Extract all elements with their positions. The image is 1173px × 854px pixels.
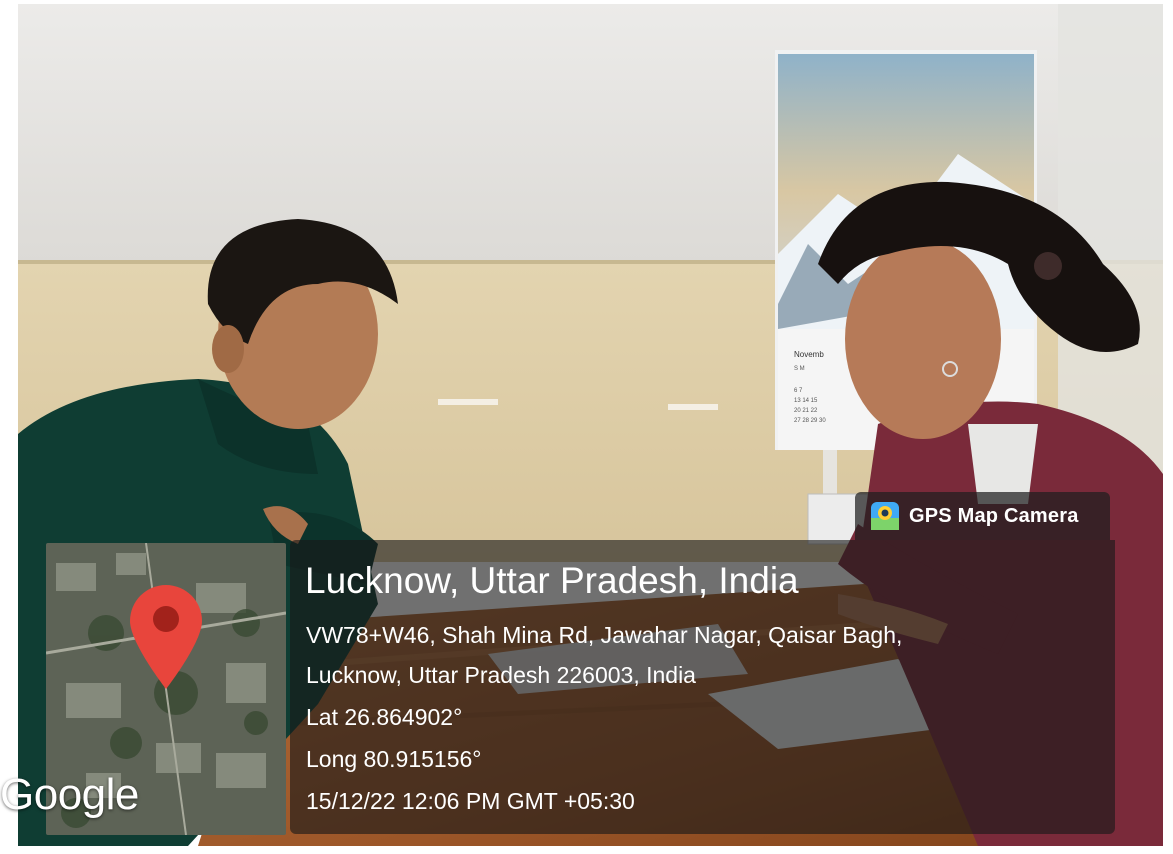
svg-text:20 21 22: 20 21 22 — [794, 408, 818, 414]
address-line-2: Lucknow, Uttar Pradesh 226003, India — [306, 662, 696, 688]
latitude: Lat 26.864902° — [306, 704, 463, 730]
longitude: Long 80.915156° — [306, 746, 482, 772]
svg-text:13 14 15: 13 14 15 — [794, 398, 818, 404]
location-title: Lucknow, Uttar Pradesh, India — [305, 560, 799, 601]
app-badge: GPS Map Camera — [855, 492, 1110, 540]
camera-pin-icon — [871, 502, 899, 530]
svg-text:27 28 29 30: 27 28 29 30 — [794, 418, 826, 424]
address-line-1: VW78+W46, Shah Mina Rd, Jawahar Nagar, Q… — [306, 622, 903, 648]
svg-text:6 7: 6 7 — [794, 388, 803, 394]
app-badge-label: GPS Map Camera — [909, 504, 1079, 527]
map-pin-icon — [130, 585, 202, 689]
svg-text:Novemb: Novemb — [794, 350, 824, 359]
svg-text:S M: S M — [794, 366, 805, 372]
google-watermark: Google — [0, 770, 139, 819]
timestamp: 15/12/22 12:06 PM GMT +05:30 — [306, 788, 635, 814]
